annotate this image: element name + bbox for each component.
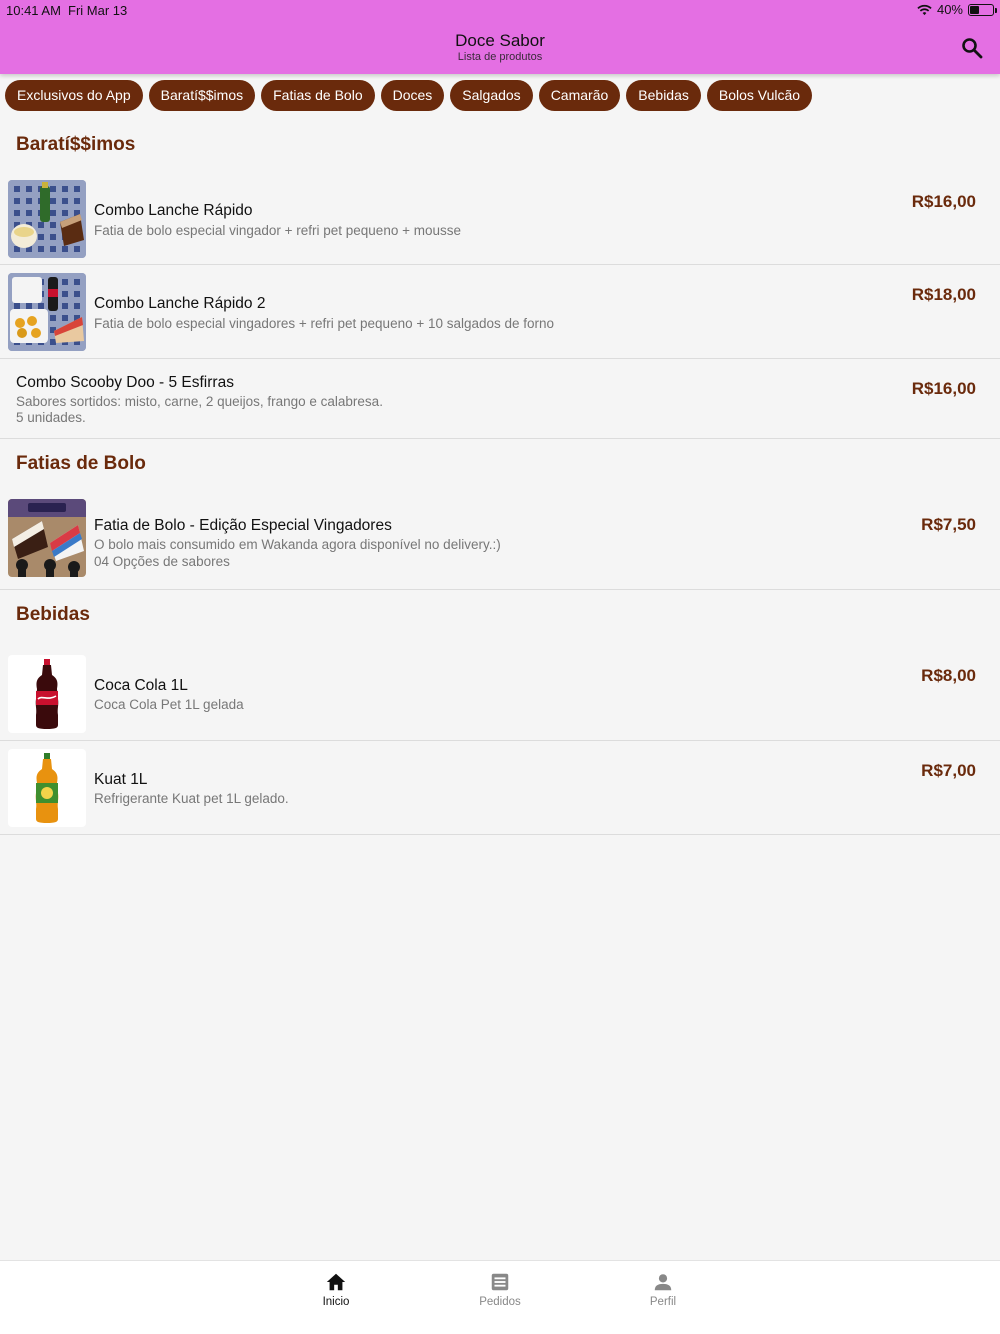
- product-price: R$16,00: [911, 379, 976, 398]
- product-item[interactable]: Coca Cola 1L Coca Cola Pet 1L gelada R$8…: [0, 640, 1000, 741]
- product-image: [8, 655, 86, 733]
- product-name: Fatia de Bolo - Edição Especial Vingador…: [94, 517, 392, 534]
- nav-perfil[interactable]: Perfil: [623, 1271, 703, 1308]
- product-item[interactable]: Combo Lanche Rápido 2 Fatia de bolo espe…: [0, 265, 1000, 359]
- product-description-extra: 04 Opções de sabores: [94, 554, 230, 569]
- product-name: Combo Lanche Rápido 2: [94, 295, 266, 312]
- status-time: 10:41 AM: [6, 3, 61, 18]
- profile-icon: [654, 1274, 672, 1291]
- section-title: Baratí$$imos: [16, 134, 136, 155]
- category-chips: Exclusivos do App Baratí$$imos Fatias de…: [5, 80, 813, 111]
- product-description: O bolo mais consumido em Wakanda agora d…: [94, 537, 501, 552]
- chip-fatias-de-bolo[interactable]: Fatias de Bolo: [261, 80, 375, 111]
- home-icon: [326, 1273, 346, 1291]
- product-image: [8, 180, 86, 258]
- product-description: Coca Cola Pet 1L gelada: [94, 697, 244, 712]
- product-description: Sabores sortidos: misto, carne, 2 queijo…: [16, 394, 383, 409]
- battery-icon: [968, 3, 997, 16]
- chip-salgados[interactable]: Salgados: [450, 80, 533, 111]
- product-item[interactable]: Fatia de Bolo - Edição Especial Vingador…: [0, 489, 1000, 590]
- product-name: Combo Lanche Rápido: [94, 202, 253, 219]
- bottom-navigation: Inicio Pedidos Perfil: [0, 1260, 1000, 1334]
- product-image: [8, 749, 86, 827]
- nav-inicio[interactable]: Inicio: [296, 1271, 376, 1308]
- nav-label: Perfil: [649, 1296, 677, 1308]
- orders-icon: [491, 1273, 509, 1291]
- product-price: R$7,50: [921, 515, 976, 534]
- nav-label: Inicio: [322, 1296, 350, 1308]
- product-description: Refrigerante Kuat pet 1L gelado.: [94, 791, 289, 806]
- status-bar: 10:41 AM Fri Mar 13 40%: [0, 0, 1000, 20]
- product-price: R$16,00: [911, 192, 976, 211]
- chip-bebidas[interactable]: Bebidas: [626, 80, 701, 111]
- product-image: [8, 273, 86, 351]
- section-title: Bebidas: [16, 604, 90, 625]
- nav-label: Pedidos: [479, 1296, 521, 1308]
- product-description: Fatia de bolo especial vingador + refri …: [94, 223, 461, 238]
- product-item[interactable]: Kuat 1L Refrigerante Kuat pet 1L gelado.…: [0, 741, 1000, 835]
- app-header: 10:41 AM Fri Mar 13 40% Doce Sabor Lista…: [0, 0, 1000, 74]
- product-description-extra: 5 unidades.: [16, 410, 86, 425]
- battery-percent: 40%: [936, 2, 963, 17]
- product-list: Baratí$$imos Combo Lanche Rápido Fatia d…: [0, 120, 1000, 835]
- chip-bolos-vulcao[interactable]: Bolos Vulcão: [706, 80, 813, 111]
- status-date: Fri Mar 13: [68, 3, 128, 18]
- search-icon[interactable]: [960, 36, 984, 60]
- page-subtitle: Lista de produtos: [457, 51, 543, 63]
- product-price: R$18,00: [911, 285, 976, 304]
- product-description: Fatia de bolo especial vingadores + refr…: [94, 316, 555, 331]
- product-image: [8, 499, 86, 577]
- wifi-icon: [917, 4, 932, 15]
- chip-baratissimos[interactable]: Baratí$$imos: [148, 80, 256, 111]
- chip-camarao[interactable]: Camarão: [538, 80, 621, 111]
- nav-pedidos[interactable]: Pedidos: [460, 1271, 540, 1308]
- product-name: Coca Cola 1L: [94, 677, 188, 694]
- product-name: Combo Scooby Doo - 5 Esfirras: [16, 374, 234, 391]
- chip-exclusivos[interactable]: Exclusivos do App: [5, 80, 143, 111]
- product-item[interactable]: Combo Scooby Doo - 5 Esfirras Sabores so…: [0, 359, 1000, 439]
- chip-doces[interactable]: Doces: [380, 80, 445, 111]
- section-title: Fatias de Bolo: [16, 453, 146, 474]
- product-item[interactable]: Combo Lanche Rápido Fatia de bolo especi…: [0, 170, 1000, 265]
- product-price: R$7,00: [921, 761, 976, 780]
- status-right: 40%: [917, 2, 997, 17]
- product-name: Kuat 1L: [94, 771, 148, 788]
- page-title: Doce Sabor: [455, 31, 545, 50]
- product-price: R$8,00: [921, 666, 976, 685]
